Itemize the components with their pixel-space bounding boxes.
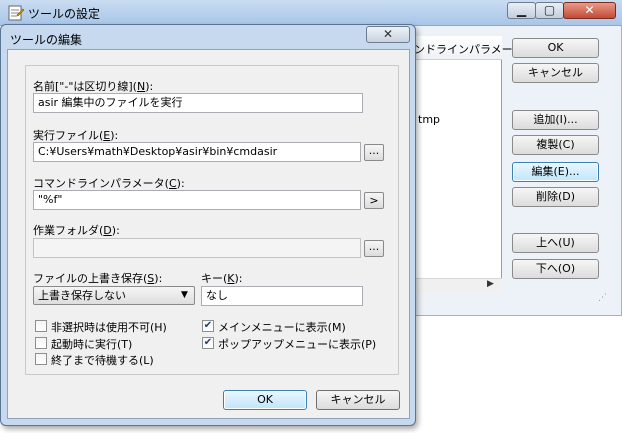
resize-grip-icon[interactable]: ⋰ bbox=[598, 293, 610, 305]
scroll-right-icon[interactable]: ▶ bbox=[487, 279, 494, 289]
params-field[interactable]: "%f" bbox=[33, 190, 361, 210]
show-in-popup-menu-checkbox[interactable]: ✔ bbox=[202, 337, 214, 349]
chevron-down-icon[interactable]: ▼ bbox=[181, 290, 188, 300]
tool-list-column-params[interactable]: ンドラインパラメータ bbox=[414, 41, 524, 57]
workdir-field[interactable] bbox=[33, 238, 361, 258]
show-in-popup-menu-label[interactable]: ポップアップメニューに表示(P) bbox=[218, 336, 376, 352]
copy-tool-button[interactable]: 複製(C) bbox=[512, 135, 599, 155]
checkmark-icon: ✔ bbox=[203, 337, 213, 348]
executable-label: 実行ファイル(E): bbox=[33, 129, 119, 142]
delete-tool-button[interactable]: 削除(D) bbox=[512, 187, 599, 207]
name-field[interactable]: asir 編集中のファイルを実行 bbox=[33, 93, 363, 113]
wait-until-exit-checkbox[interactable] bbox=[35, 353, 47, 365]
edit-tool-button[interactable]: 編集(E)... bbox=[512, 162, 599, 182]
workdir-label: 作業フォルダ(D): bbox=[33, 224, 120, 237]
settings-ok-button[interactable]: OK bbox=[512, 38, 599, 58]
edit-cancel-button[interactable]: キャンセル bbox=[316, 390, 400, 410]
disable-when-unselected-checkbox[interactable] bbox=[35, 320, 47, 332]
show-in-main-menu-checkbox[interactable]: ✔ bbox=[202, 320, 214, 332]
overwrite-selected-value: 上書き保存しない bbox=[38, 289, 126, 302]
key-field[interactable]: なし bbox=[201, 286, 363, 306]
disable-when-unselected-label[interactable]: 非選択時は使用不可(H) bbox=[51, 319, 167, 335]
tool-list-cell[interactable]: tmp bbox=[418, 113, 440, 126]
run-on-startup-checkbox[interactable] bbox=[35, 337, 47, 349]
workdir-browse-button[interactable]: ... bbox=[364, 240, 384, 257]
edit-tool-dialog-title: ツールの編集 bbox=[10, 33, 83, 47]
edit-tool-close-button[interactable]: ✕ bbox=[366, 26, 410, 43]
executable-field[interactable]: C:¥Users¥math¥Desktop¥asir¥bin¥cmdasir bbox=[33, 142, 361, 162]
settings-window-title: ツールの設定 bbox=[28, 7, 101, 21]
checkmark-icon: ✔ bbox=[203, 320, 213, 331]
show-in-main-menu-label[interactable]: メインメニューに表示(M) bbox=[218, 319, 346, 335]
move-up-button[interactable]: 上へ(U) bbox=[512, 233, 599, 253]
params-label: コマンドラインパラメータ(C): bbox=[33, 177, 185, 190]
settings-close-button[interactable]: ✕ bbox=[563, 2, 616, 19]
key-label: キー(K): bbox=[201, 272, 243, 285]
overwrite-select[interactable]: 上書き保存しない bbox=[33, 286, 195, 305]
run-on-startup-label[interactable]: 起動時に実行(T) bbox=[51, 336, 132, 352]
add-tool-button[interactable]: 追加(I)... bbox=[512, 110, 599, 130]
executable-browse-button[interactable]: ... bbox=[364, 144, 384, 161]
move-down-button[interactable]: 下へ(O) bbox=[512, 259, 599, 279]
tool-list[interactable] bbox=[410, 36, 502, 294]
params-insert-button[interactable]: > bbox=[364, 192, 384, 209]
overwrite-label: ファイルの上書き保存(S): bbox=[33, 272, 163, 285]
name-label: 名前["-"は区切り線](N): bbox=[33, 80, 154, 93]
wait-until-exit-label[interactable]: 終了まで待機する(L) bbox=[51, 352, 154, 368]
settings-app-icon bbox=[8, 5, 25, 21]
edit-ok-button[interactable]: OK bbox=[223, 390, 307, 410]
minimize-button[interactable]: ▁ bbox=[507, 2, 536, 19]
settings-cancel-button[interactable]: キャンセル bbox=[512, 63, 599, 83]
maximize-button[interactable]: ▢ bbox=[535, 2, 564, 19]
